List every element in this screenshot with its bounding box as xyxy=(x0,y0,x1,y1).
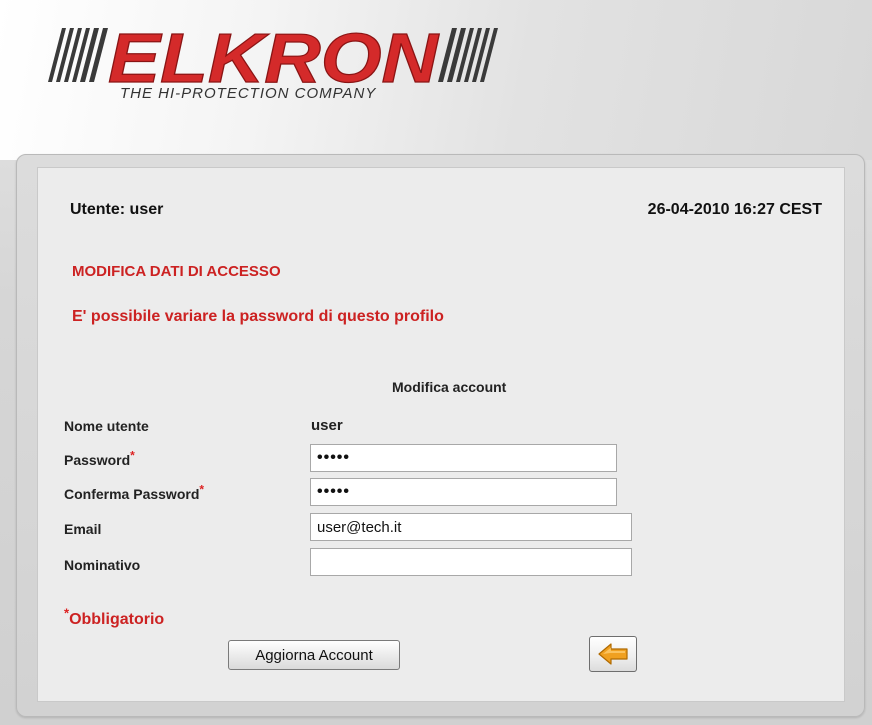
email-input[interactable] xyxy=(310,513,632,541)
email-label-text: Email xyxy=(64,521,102,537)
password-label-text: Password xyxy=(64,452,131,468)
confirm-password-label-text: Conferma Password xyxy=(64,486,200,502)
logo-left-stripes xyxy=(48,28,108,82)
username-label: Nome utente xyxy=(64,418,149,434)
username-label-text: Nome utente xyxy=(64,418,149,434)
email-label: Email xyxy=(64,521,101,537)
required-asterisk: * xyxy=(130,448,135,463)
current-datetime: 26-04-2010 16:27 CEST xyxy=(647,201,822,218)
update-account-button[interactable]: Aggiorna Account xyxy=(228,640,400,670)
name-input[interactable] xyxy=(310,548,632,576)
section-title: MODIFICA DATI DI ACCESSO xyxy=(72,263,281,280)
logo-right-stripes xyxy=(438,28,498,82)
confirm-password-input[interactable] xyxy=(310,478,617,506)
confirm-password-label: Conferma Password* xyxy=(64,483,204,502)
account-panel-content: Utente: user 26-04-2010 16:27 CEST MODIF… xyxy=(37,167,845,702)
brand-tagline: THE HI-PROTECTION COMPANY xyxy=(120,85,377,102)
mandatory-note: *Obbligatorio xyxy=(64,607,165,629)
arrow-left-icon xyxy=(598,643,628,665)
password-label: Password* xyxy=(64,449,135,468)
mandatory-note-text: Obbligatorio xyxy=(69,611,165,628)
required-asterisk: * xyxy=(199,482,205,497)
name-label-text: Nominativo xyxy=(64,557,141,573)
section-description: E' possibile variare la password di ques… xyxy=(72,308,444,325)
account-panel: Utente: user 26-04-2010 16:27 CEST MODIF… xyxy=(16,154,865,717)
username-value: user xyxy=(311,417,343,434)
current-user-label: Utente: user xyxy=(70,201,164,218)
form-title: Modifica account xyxy=(392,379,507,395)
password-input[interactable] xyxy=(310,444,617,472)
name-label: Nominativo xyxy=(64,557,140,573)
back-button[interactable] xyxy=(589,636,637,672)
